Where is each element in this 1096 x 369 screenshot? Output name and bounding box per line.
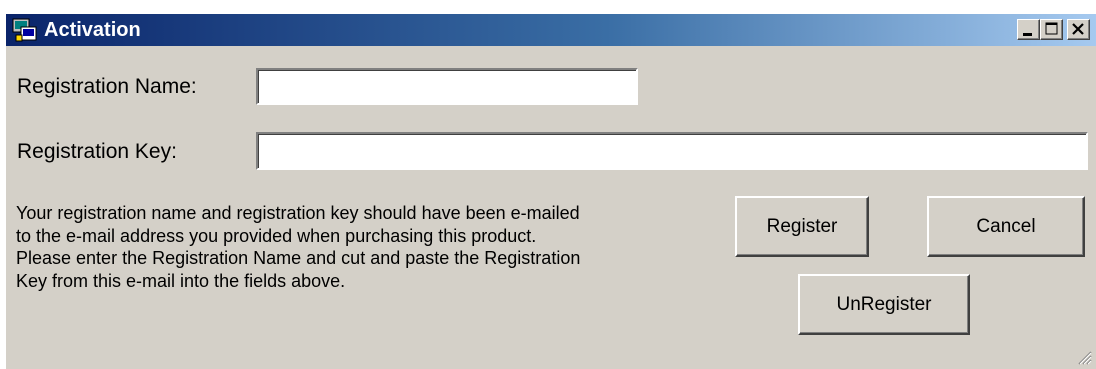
registration-key-input[interactable] bbox=[256, 132, 1088, 170]
minimize-icon bbox=[1023, 33, 1032, 36]
activation-window: Activation Registration Name: Registrati… bbox=[4, 14, 1096, 369]
registration-key-label: Registration Key: bbox=[17, 140, 177, 163]
cancel-button[interactable]: Cancel bbox=[927, 196, 1085, 257]
title-bar[interactable]: Activation bbox=[6, 14, 1096, 46]
close-icon bbox=[1072, 23, 1084, 35]
maximize-icon bbox=[1045, 22, 1058, 35]
instruction-line: Please enter the Registration Name and c… bbox=[16, 248, 581, 268]
unregister-button[interactable]: UnRegister bbox=[798, 274, 970, 335]
close-button[interactable] bbox=[1067, 19, 1090, 40]
maximize-button[interactable] bbox=[1040, 19, 1063, 40]
instruction-line: Your registration name and registration … bbox=[16, 203, 580, 223]
register-button[interactable]: Register bbox=[735, 196, 869, 257]
window-title: Activation bbox=[44, 19, 141, 41]
instruction-line: to the e-mail address you provided when … bbox=[16, 225, 537, 246]
registration-name-input[interactable] bbox=[256, 68, 638, 105]
minimize-button[interactable] bbox=[1017, 19, 1040, 40]
instruction-line: Key from this e-mail into the fields abo… bbox=[16, 270, 346, 291]
resize-grip-icon[interactable] bbox=[1074, 347, 1092, 365]
activation-app-icon[interactable] bbox=[12, 17, 38, 43]
registration-instructions: Your registration name and registration … bbox=[16, 202, 736, 292]
registration-name-label: Registration Name: bbox=[17, 75, 197, 98]
